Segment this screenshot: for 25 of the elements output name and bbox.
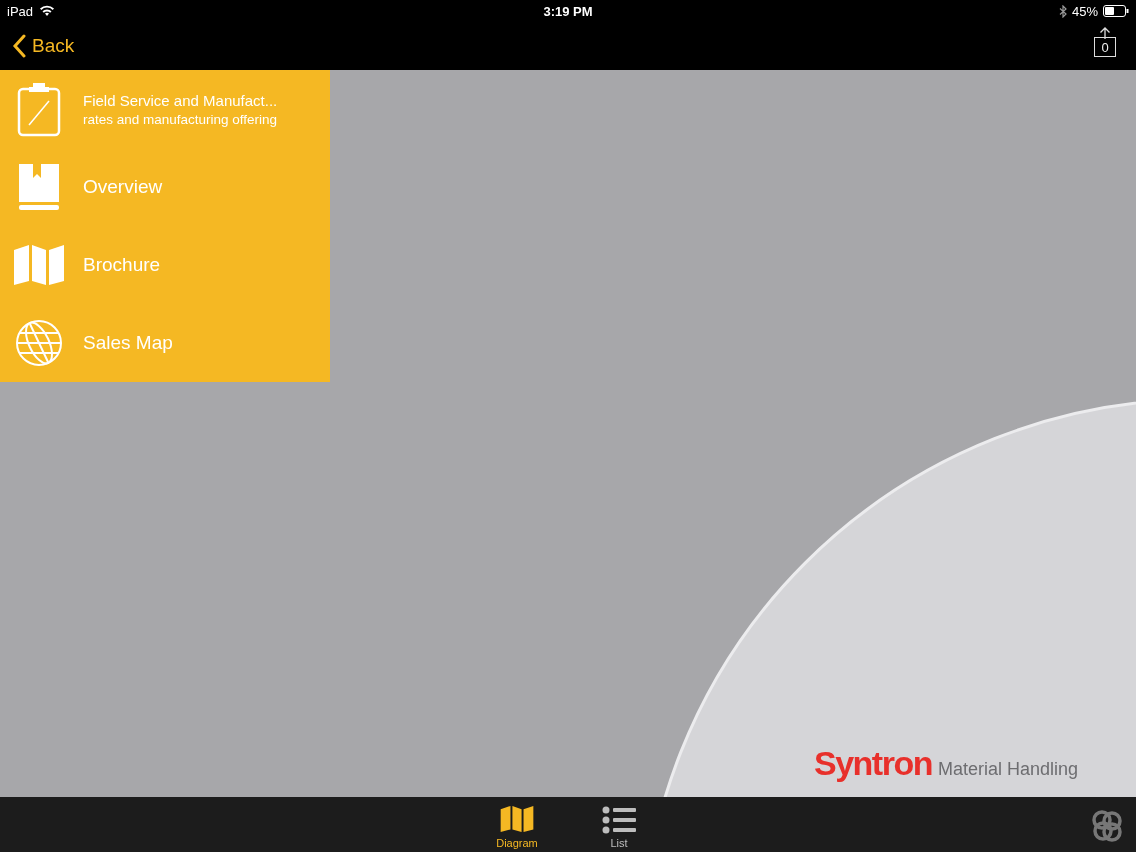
menu-title: Sales Map bbox=[83, 332, 173, 354]
folded-map-icon bbox=[500, 804, 534, 834]
clock-time: 3:19 PM bbox=[543, 3, 593, 19]
list-icon bbox=[602, 806, 636, 834]
clipboard-icon bbox=[16, 81, 61, 137]
chevron-left-icon bbox=[12, 34, 26, 58]
globe-icon bbox=[13, 319, 64, 367]
brand-tagline: Material Handling bbox=[937, 759, 1078, 780]
menu-title: Overview bbox=[83, 176, 163, 198]
interlocking-rings-icon bbox=[1090, 809, 1124, 843]
menu-title: Brochure bbox=[83, 254, 161, 276]
battery-icon bbox=[1103, 5, 1129, 17]
menu-title: Field Service and Manufact... bbox=[83, 91, 278, 109]
menu-subtitle: rates and manufacturing offering bbox=[83, 111, 278, 127]
tab-button[interactable]: Diagram bbox=[486, 797, 548, 852]
tab-button[interactable]: List bbox=[588, 797, 650, 852]
battery-percent: 45% bbox=[1071, 3, 1098, 19]
bluetooth-icon bbox=[1058, 4, 1067, 18]
device-name: iPad bbox=[7, 3, 34, 19]
upload-arrow-icon bbox=[1099, 27, 1111, 39]
back-button[interactable]: Back bbox=[12, 34, 75, 58]
wifi-icon bbox=[39, 5, 56, 17]
book-icon bbox=[16, 162, 61, 212]
folded-map-icon bbox=[12, 244, 65, 286]
brand-logo: Syntron bbox=[813, 744, 932, 783]
